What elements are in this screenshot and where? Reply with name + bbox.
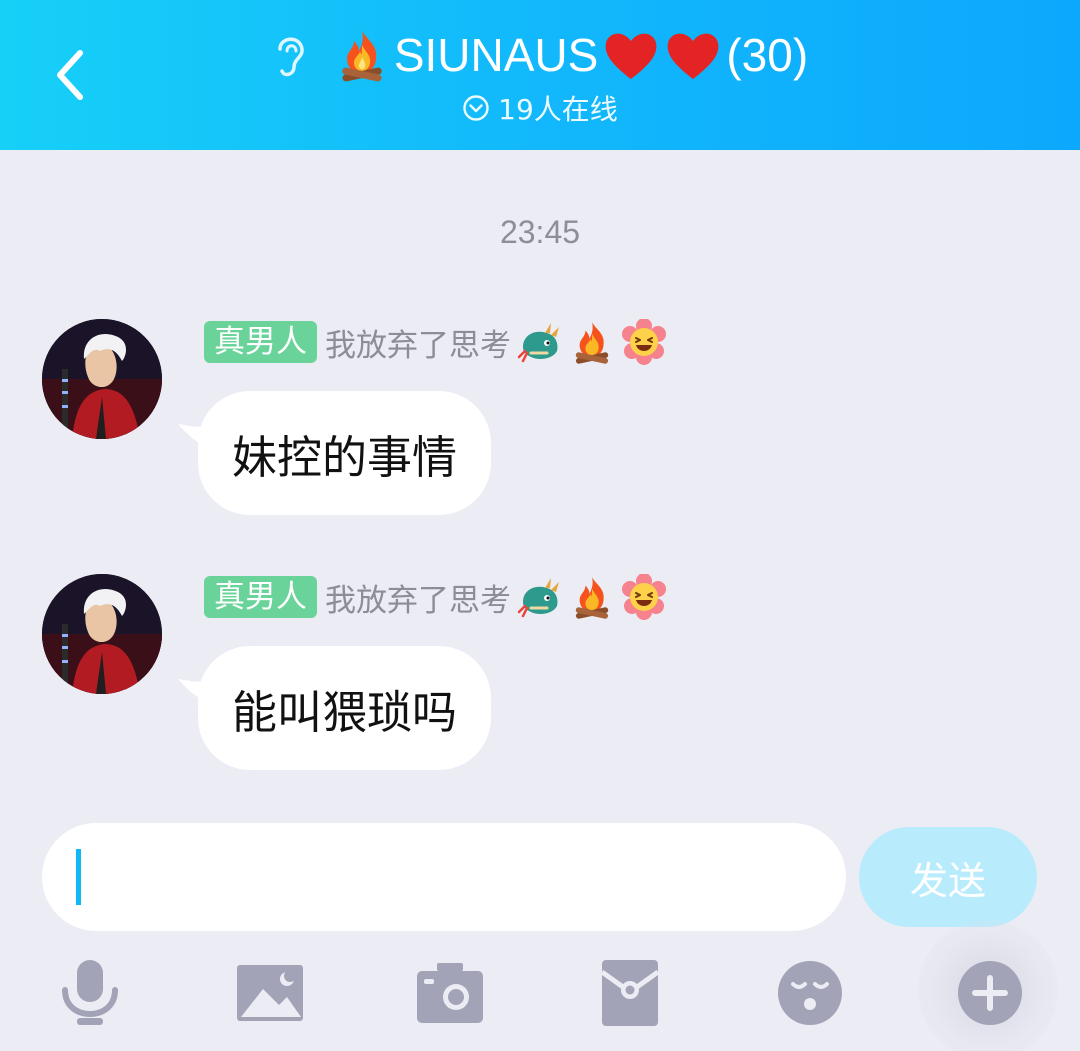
title-badge: 真男人 xyxy=(204,576,317,618)
camera-icon[interactable] xyxy=(415,958,485,1028)
sender-nickname: 我放弃了思考 xyxy=(325,327,511,364)
chat-title-text: SIUNAUS xyxy=(393,29,599,81)
avatar[interactable] xyxy=(42,319,162,439)
online-status[interactable]: 19人在线 xyxy=(0,88,1080,128)
emoji-icon[interactable] xyxy=(775,958,845,1028)
microphone-icon[interactable] xyxy=(55,958,125,1028)
laughing-flower-icon xyxy=(622,574,666,620)
sender-info[interactable]: 真男人 我放弃了思考 xyxy=(204,319,667,365)
message-bubble[interactable]: 妹控的事情 xyxy=(198,391,492,515)
message-text: 妹控的事情 xyxy=(232,430,458,484)
member-count: (30) xyxy=(726,29,809,81)
title-badge: 真男人 xyxy=(204,321,317,363)
sender-nickname: 我放弃了思考 xyxy=(325,582,511,619)
title-row[interactable]: SIUNAUS (30) xyxy=(0,22,1080,88)
laughing-flower-icon xyxy=(622,319,666,365)
campfire-icon xyxy=(342,31,382,82)
avatar[interactable] xyxy=(42,574,162,694)
chevron-down-circle-icon xyxy=(463,95,489,121)
sender-info[interactable]: 真男人 我放弃了思考 xyxy=(204,574,667,620)
message-text: 能叫猥琐吗 xyxy=(232,685,458,739)
campfire-icon xyxy=(575,577,609,619)
dragon-icon xyxy=(517,323,559,363)
online-count-text: 19人在线 xyxy=(498,93,618,126)
image-icon[interactable] xyxy=(235,958,305,1028)
dragon-icon xyxy=(517,578,559,618)
plus-icon[interactable] xyxy=(955,958,1025,1028)
heart-icon xyxy=(667,33,719,79)
chat-header: SIUNAUS (30) 19人在线 xyxy=(0,0,1080,150)
message-timestamp: 23:45 xyxy=(499,214,581,250)
campfire-icon xyxy=(575,322,609,364)
ear-icon[interactable] xyxy=(272,30,312,80)
message-bubble[interactable]: 能叫猥琐吗 xyxy=(198,646,492,770)
text-caret xyxy=(76,849,81,905)
chat-title: SIUNAUS (30) xyxy=(334,27,808,83)
heart-icon xyxy=(605,33,657,79)
message-input[interactable] xyxy=(42,823,846,931)
red-packet-icon[interactable] xyxy=(595,958,665,1028)
send-button[interactable]: 发送 xyxy=(859,827,1037,927)
